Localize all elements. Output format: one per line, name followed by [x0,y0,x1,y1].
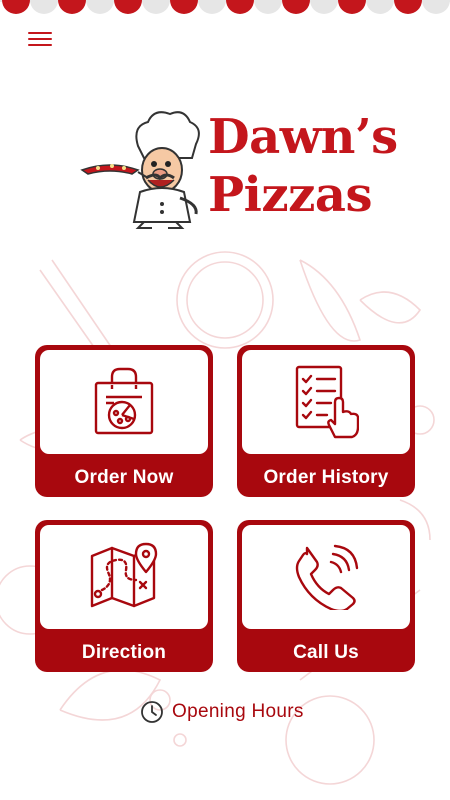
scalloped-top-border [0,0,450,14]
hamburger-menu-icon[interactable] [28,32,52,50]
phone-call-icon [295,544,359,610]
scallop [310,0,338,14]
folded-map-pin-icon [90,542,158,608]
scallop [170,0,198,14]
scallop [58,0,86,14]
order-now-button[interactable]: Order Now [35,345,213,497]
order-history-label: Order History [263,467,389,488]
call-us-button[interactable]: Call Us [237,520,415,672]
scallop [30,0,58,14]
scallop [226,0,254,14]
receipt-list-icon [295,365,359,439]
order-history-button[interactable]: Order History [237,345,415,497]
scallop [86,0,114,14]
scallop [254,0,282,14]
opening-hours-label: Opening Hours [172,701,304,722]
scallop [338,0,366,14]
brand-logo: Dawn’s Pizzas [80,108,398,233]
call-us-icon-panel [242,525,410,629]
scallop [114,0,142,14]
brand-line-2: Pizzas [208,167,372,223]
shopping-bag-pizza-icon [94,367,154,435]
scallop [394,0,422,14]
scallop [142,0,170,14]
scallop [422,0,450,14]
brand-name: Dawn’s Pizzas [208,108,398,224]
chef-with-pizza-icon [80,111,200,229]
scallop [2,0,30,14]
direction-label: Direction [81,642,167,663]
direction-icon-panel [40,525,208,629]
order-history-icon-panel [242,350,410,454]
order-now-icon-panel [40,350,208,454]
scallop [198,0,226,14]
scallop [366,0,394,14]
scallop [282,0,310,14]
brand-line-1: Dawn’s [208,109,398,165]
order-now-label: Order Now [74,467,174,488]
call-us-label: Call Us [293,642,359,663]
direction-button[interactable]: Direction [35,520,213,672]
clock-icon [141,701,163,723]
opening-hours-link[interactable]: Opening Hours [140,698,304,726]
